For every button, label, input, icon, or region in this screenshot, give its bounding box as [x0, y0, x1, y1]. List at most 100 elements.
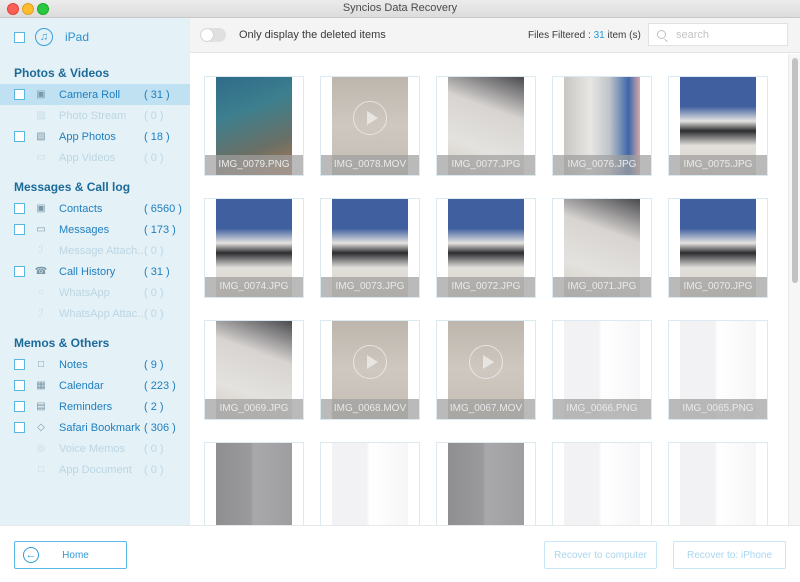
file-thumbnail[interactable]: IMG_0071.JPG	[552, 198, 652, 298]
file-thumbnail[interactable]	[436, 442, 536, 525]
sidebar-item-reminders[interactable]: ▤ Reminders ( 2 )	[0, 396, 190, 417]
sidebar-item-camera-roll[interactable]: ▣ Camera Roll ( 31 )	[0, 84, 190, 105]
file-thumbnail[interactable]: IMG_0076.JPG	[552, 76, 652, 176]
file-thumbnail[interactable]: IMG_0066.PNG	[552, 320, 652, 420]
item-checkbox[interactable]	[14, 359, 25, 370]
item-label: Voice Memos	[59, 442, 126, 455]
item-label: Contacts	[59, 202, 103, 215]
image-icon: ▧	[36, 131, 46, 142]
recover-to-computer-button[interactable]: Recover to computer	[544, 541, 657, 569]
item-count: ( 223 )	[144, 379, 176, 392]
item-checkbox[interactable]	[14, 401, 25, 412]
filter-bar: Only display the deleted items Files Fil…	[190, 18, 800, 53]
item-label: App Videos	[59, 151, 116, 164]
sidebar-item-whatsapp: ○ WhatsApp ( 0 )	[0, 282, 190, 303]
file-name: IMG_0065.PNG	[669, 399, 767, 419]
sidebar-item-notes[interactable]: □ Notes ( 9 )	[0, 354, 190, 375]
file-thumbnail[interactable]: IMG_0069.JPG	[204, 320, 304, 420]
device-checkbox[interactable]	[14, 31, 25, 43]
video-icon: ▭	[36, 152, 46, 163]
home-button[interactable]: ← Home	[14, 541, 127, 569]
item-checkbox[interactable]	[14, 131, 25, 142]
item-label: Notes	[59, 358, 88, 371]
deleted-only-toggle[interactable]	[200, 28, 226, 42]
file-thumbnail[interactable]: IMG_0077.JPG	[436, 76, 536, 176]
files-filtered-prefix: Files Filtered :	[528, 30, 594, 41]
file-thumbnail[interactable]: IMG_0067.MOV	[436, 320, 536, 420]
file-name: IMG_0068.MOV	[321, 399, 419, 419]
item-count: ( 6560 )	[144, 202, 182, 215]
title-bar: Syncios Data Recovery	[0, 0, 800, 18]
item-count: ( 0 )	[144, 463, 164, 476]
item-label: Messages	[59, 223, 110, 236]
file-thumbnail[interactable]: IMG_0070.JPG	[668, 198, 768, 298]
sidebar-item-app-videos: ▭ App Videos ( 0 )	[0, 147, 190, 168]
scrollbar-thumb[interactable]	[792, 58, 798, 283]
item-count: ( 0 )	[144, 109, 164, 122]
file-thumbnail[interactable]: IMG_0068.MOV	[320, 320, 420, 420]
file-thumbnail[interactable]: IMG_0065.PNG	[668, 320, 768, 420]
item-count: ( 306 )	[144, 421, 176, 434]
section-title: Messages & Call log	[14, 180, 131, 194]
thumbnail-image	[564, 443, 640, 525]
sidebar-item-messages[interactable]: ▭ Messages ( 173 )	[0, 219, 190, 240]
file-name: IMG_0074.JPG	[205, 277, 303, 297]
file-thumbnail[interactable]: IMG_0078.MOV	[320, 76, 420, 176]
file-thumbnail[interactable]: IMG_0072.JPG	[436, 198, 536, 298]
item-checkbox[interactable]	[14, 380, 25, 391]
search-input[interactable]	[676, 28, 786, 41]
calendar-icon: ▦	[36, 380, 46, 391]
sidebar: ♫ iPad Photos & Videos ▣ Camera Roll ( 31 )…	[0, 18, 190, 525]
files-filtered-suffix: item (s)	[604, 30, 641, 41]
sidebar-item-message-attach: ℐ Message Attach...( 0 )	[0, 240, 190, 261]
sidebar-item-app-photos[interactable]: ▧ App Photos ( 18 )	[0, 126, 190, 147]
item-label: WhatsApp Attac...	[59, 307, 144, 320]
search-box[interactable]	[648, 23, 788, 46]
item-checkbox[interactable]	[14, 266, 25, 277]
item-checkbox[interactable]	[14, 422, 25, 433]
item-checkbox[interactable]	[14, 224, 25, 235]
file-thumbnail[interactable]: IMG_0073.JPG	[320, 198, 420, 298]
paperclip-icon: ℐ	[38, 245, 44, 256]
sidebar-item-photo-stream: ▨ Photo Stream ( 0 )	[0, 105, 190, 126]
sidebar-item-calendar[interactable]: ▦ Calendar ( 223 )	[0, 375, 190, 396]
thumbnail-image	[332, 443, 408, 525]
item-label: App Document	[59, 463, 132, 476]
item-count: ( 0 )	[144, 286, 164, 299]
photo-stream-icon: ▨	[36, 110, 46, 121]
device-name: iPad	[65, 30, 90, 44]
item-count: ( 0 )	[144, 244, 164, 257]
file-thumbnail[interactable]: IMG_0079.PNG	[204, 76, 304, 176]
item-checkbox[interactable]	[14, 89, 25, 100]
item-label: App Photos	[59, 130, 116, 143]
item-checkbox[interactable]	[14, 203, 25, 214]
app-window: Syncios Data Recovery ♫ iPad Photos & Vi…	[0, 0, 800, 582]
file-thumbnail[interactable]	[668, 442, 768, 525]
sidebar-item-app-document: □ App Document ( 0 )	[0, 459, 190, 480]
item-label: Message Attach...	[59, 244, 144, 257]
sidebar-item-safari-bookmark[interactable]: ◇ Safari Bookmark( 306 )	[0, 417, 190, 438]
item-count: ( 0 )	[144, 307, 164, 320]
file-thumbnail[interactable]	[552, 442, 652, 525]
notes-icon: □	[37, 359, 45, 370]
item-label: Calendar	[59, 379, 104, 392]
file-thumbnail[interactable]	[320, 442, 420, 525]
contacts-icon: ▣	[36, 203, 46, 214]
files-filtered-count: 31	[593, 30, 605, 41]
sidebar-item-contacts[interactable]: ▣ Contacts ( 6560 )	[0, 198, 190, 219]
item-count: ( 9 )	[144, 358, 164, 371]
item-count: ( 31 )	[144, 265, 170, 278]
file-thumbnail[interactable]: IMG_0074.JPG	[204, 198, 304, 298]
home-label: Home	[62, 549, 89, 561]
item-count: ( 18 )	[144, 130, 170, 143]
item-label: WhatsApp	[59, 286, 110, 299]
device-row[interactable]: ♫ iPad	[0, 18, 190, 56]
recover-to-device-button[interactable]: Recover to: iPhone	[673, 541, 786, 569]
back-arrow-icon: ←	[23, 547, 39, 563]
search-icon	[657, 30, 666, 39]
vertical-scrollbar[interactable]	[788, 54, 800, 525]
sidebar-item-call-history[interactable]: ☎ Call History ( 31 )	[0, 261, 190, 282]
file-thumbnail[interactable]	[204, 442, 304, 525]
item-count: ( 0 )	[144, 151, 164, 164]
file-thumbnail[interactable]: IMG_0075.JPG	[668, 76, 768, 176]
